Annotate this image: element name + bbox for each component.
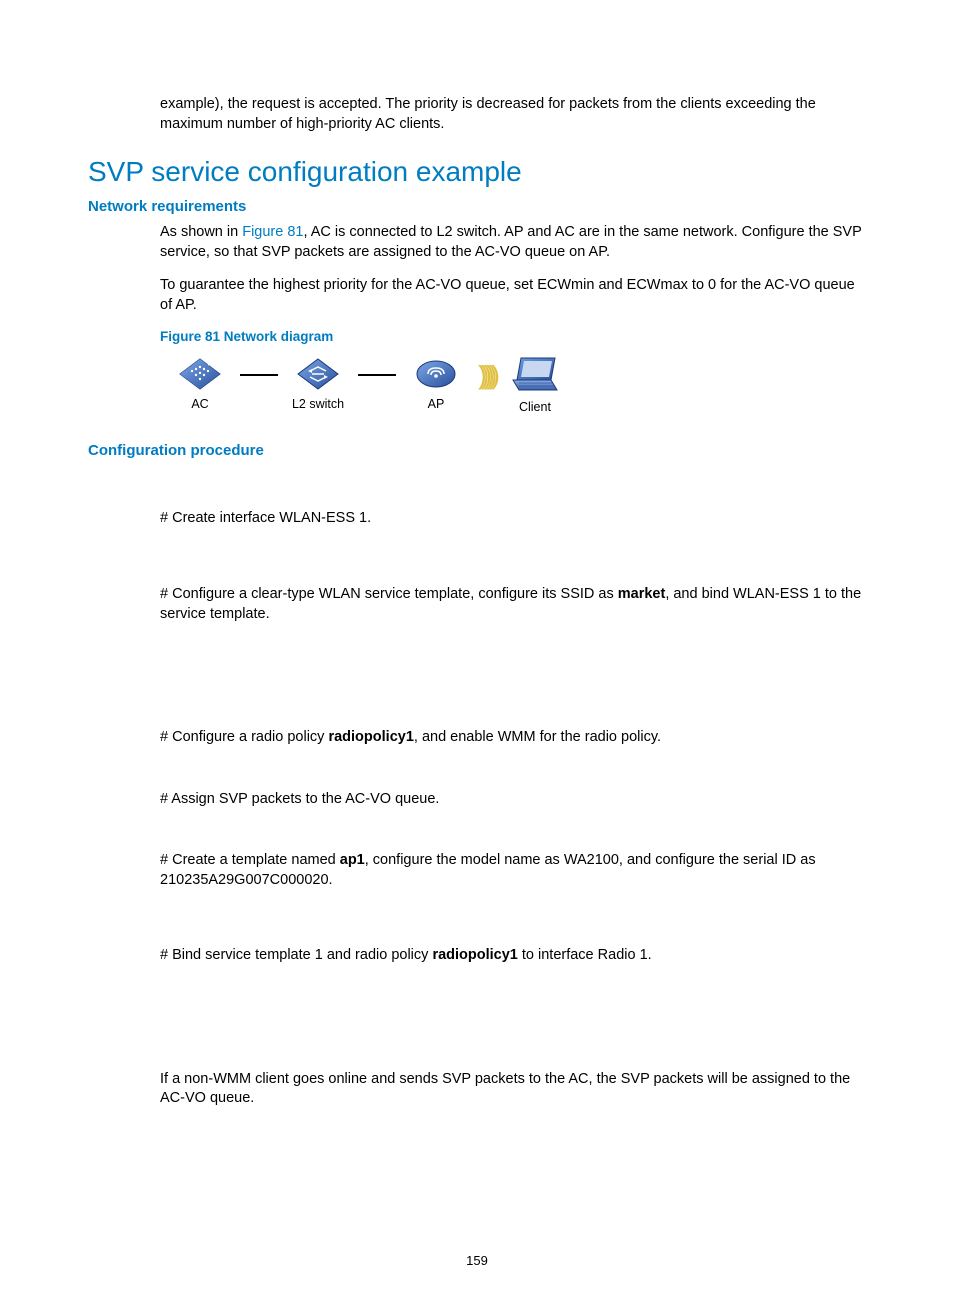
network-diagram: AC L2 switch AP )))))) [160, 354, 866, 414]
footnote-paragraph: If a non-WMM client goes online and send… [160, 1070, 866, 1109]
text: # Configure a radio policy [160, 729, 328, 745]
step-4: # Assign SVP packets to the AC-VO queue. [160, 790, 866, 810]
ap-label: AP [428, 397, 445, 411]
laptop-icon [507, 354, 563, 394]
page: example), the request is accepted. The p… [0, 0, 954, 1296]
step-1: # Create interface WLAN-ESS 1. [160, 509, 866, 529]
intro-paragraph: example), the request is accepted. The p… [160, 95, 866, 134]
wireless-waves-icon: )))))) [478, 360, 494, 391]
text: # Create a template named [160, 852, 340, 868]
bold-radiopolicy1-2: radiopolicy1 [432, 947, 517, 963]
text: As shown in [160, 224, 242, 240]
figure-caption: Figure 81 Network diagram [160, 329, 866, 344]
ac-label: AC [191, 397, 208, 411]
ac-icon [178, 357, 222, 391]
client-label: Client [519, 400, 551, 414]
text: to interface Radio 1. [518, 947, 652, 963]
paragraph-network-2: To guarantee the highest priority for th… [160, 276, 866, 315]
bold-ap1: ap1 [340, 852, 365, 868]
heading-network-requirements: Network requirements [88, 198, 866, 215]
link-line [358, 374, 396, 376]
step-5: # Create a template named ap1, configure… [160, 851, 866, 890]
node-l2-switch: L2 switch [278, 357, 358, 411]
bold-radiopolicy1: radiopolicy1 [328, 729, 413, 745]
figure-link[interactable]: Figure 81 [242, 224, 303, 240]
heading-configuration-procedure: Configuration procedure [88, 442, 866, 459]
node-client: Client [500, 354, 570, 414]
link-line [240, 374, 278, 376]
step-6: # Bind service template 1 and radio poli… [160, 946, 866, 966]
l2-label: L2 switch [292, 397, 344, 411]
ap-icon [414, 357, 458, 391]
text: # Configure a clear-type WLAN service te… [160, 586, 618, 602]
page-title: SVP service configuration example [88, 156, 866, 188]
text: , and enable WMM for the radio policy. [414, 729, 661, 745]
node-ac: AC [160, 357, 240, 411]
switch-icon [296, 357, 340, 391]
step-2: # Configure a clear-type WLAN service te… [160, 585, 866, 624]
page-number: 159 [0, 1253, 954, 1268]
step-3: # Configure a radio policy radiopolicy1,… [160, 728, 866, 748]
node-ap: AP [396, 357, 476, 411]
paragraph-network-1: As shown in Figure 81, AC is connected t… [160, 223, 866, 262]
bold-market: market [618, 586, 666, 602]
text: # Bind service template 1 and radio poli… [160, 947, 432, 963]
